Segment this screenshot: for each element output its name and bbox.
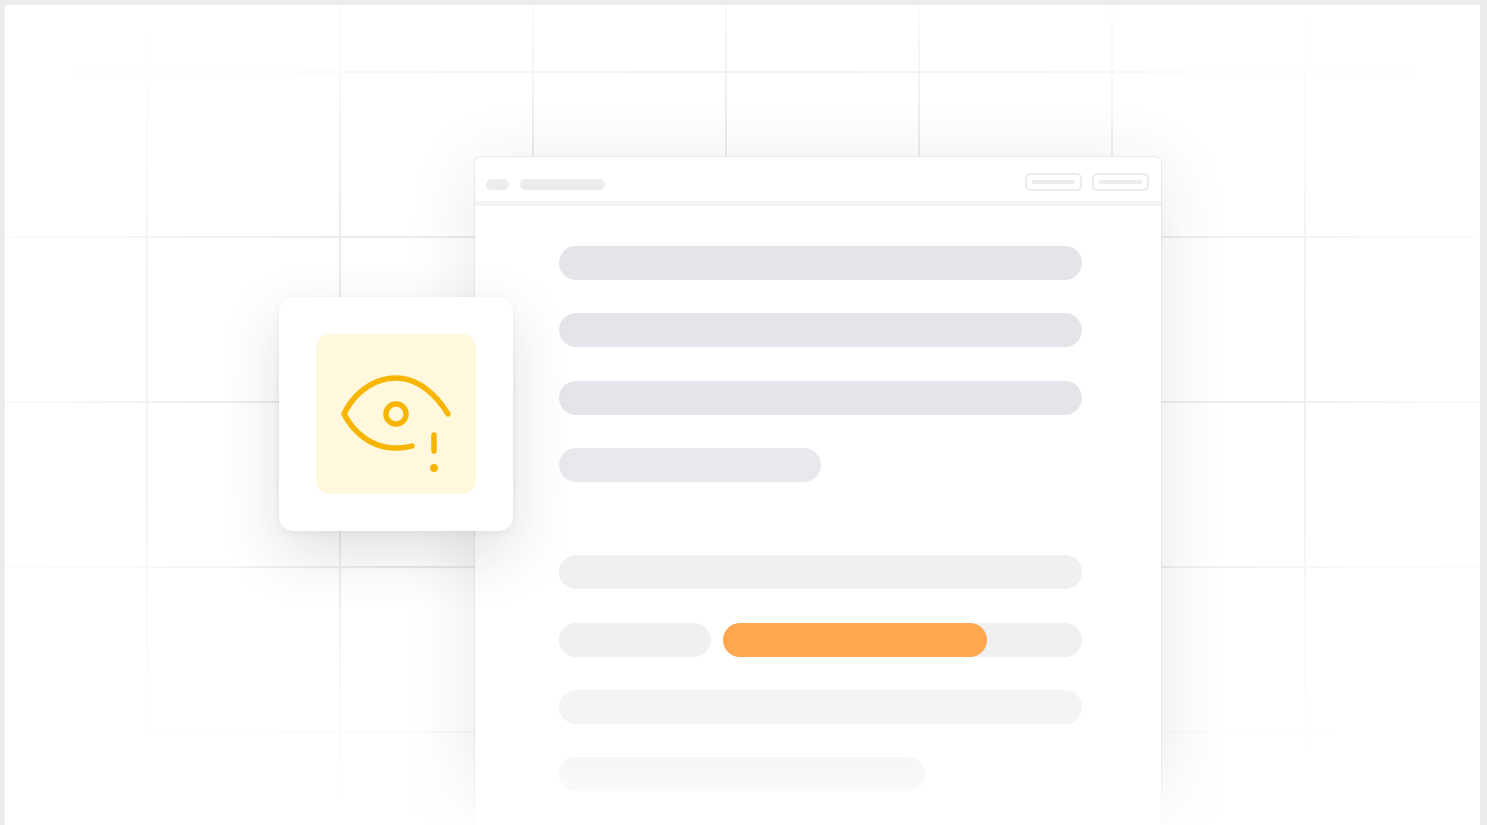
text-line-placeholder [559,313,1082,347]
bottom-fade [5,735,1480,825]
text-line-placeholder [559,623,711,657]
text-line-placeholder [559,246,1082,280]
canvas [5,5,1480,825]
text-line-placeholder [559,381,1082,415]
text-line-placeholder [559,690,1082,724]
text-line-placeholder [559,555,1082,589]
window-control-placeholder [486,179,509,190]
window-button-placeholder [1092,173,1149,191]
eye-warning-icon [341,375,451,472]
window-titlebar [475,157,1161,206]
window-button-placeholder [1025,173,1082,191]
alert-card [279,297,513,531]
document-window [475,157,1161,825]
text-line-placeholder [559,448,821,482]
highlighted-text-placeholder [723,623,987,657]
window-title-placeholder [520,179,605,190]
alert-icon-tile [316,334,476,494]
